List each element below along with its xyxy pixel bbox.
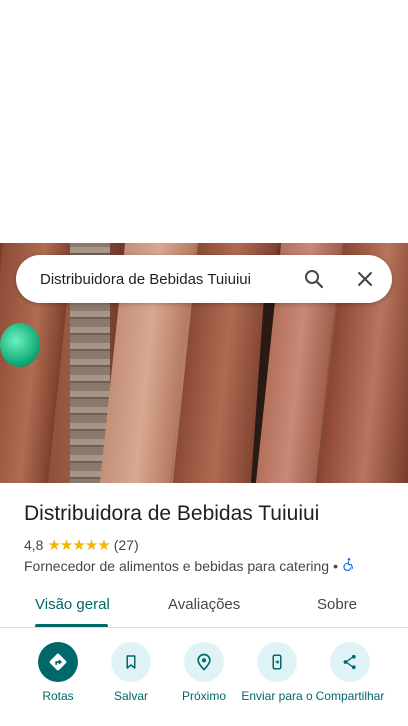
tab-active-indicator bbox=[35, 624, 108, 627]
search-icon[interactable] bbox=[302, 267, 326, 291]
share-icon[interactable] bbox=[330, 642, 370, 682]
share-button[interactable]: Compartilhar bbox=[310, 642, 390, 703]
send-to-phone-label: Enviar para o bbox=[241, 689, 313, 703]
place-title: Distribuidora de Bebidas Tuiuiui bbox=[24, 502, 320, 525]
separator-dot: • bbox=[333, 557, 338, 574]
bookmark-icon[interactable] bbox=[111, 642, 151, 682]
close-icon[interactable] bbox=[353, 267, 377, 291]
star-rating: ★★★★★ bbox=[47, 537, 110, 554]
search-bar[interactable]: Distribuidora de Bebidas Tuiuiui bbox=[16, 255, 392, 303]
rating-value: 4,8 bbox=[24, 537, 44, 553]
action-bar: Rotas Salvar Próximo Enviar para o Compa… bbox=[0, 642, 408, 726]
tab-bar: Visão geral Avaliações Sobre bbox=[0, 586, 408, 628]
category-row: Fornecedor de alimentos e bebidas para c… bbox=[24, 557, 356, 574]
save-label: Salvar bbox=[113, 689, 148, 703]
directions-label: Rotas bbox=[42, 689, 74, 703]
place-category: Fornecedor de alimentos e bebidas para c… bbox=[24, 557, 330, 574]
nearby-label: Próximo bbox=[181, 689, 226, 703]
directions-button[interactable]: Rotas bbox=[18, 642, 98, 703]
tab-reviews[interactable]: Avaliações bbox=[168, 596, 240, 613]
review-count[interactable]: (27) bbox=[114, 537, 139, 553]
nearby-button[interactable]: Próximo bbox=[164, 642, 244, 703]
wheelchair-accessible-icon bbox=[342, 557, 356, 574]
rating-row[interactable]: 4,8 ★★★★★ (27) bbox=[24, 536, 139, 554]
send-to-phone-button[interactable]: Enviar para o bbox=[237, 642, 317, 703]
save-button[interactable]: Salvar bbox=[91, 642, 171, 703]
share-label: Compartilhar bbox=[315, 689, 385, 703]
tab-overview[interactable]: Visão geral bbox=[35, 596, 110, 613]
tab-about[interactable]: Sobre bbox=[317, 596, 357, 613]
send-to-phone-icon[interactable] bbox=[257, 642, 297, 682]
photo-green-object bbox=[0, 323, 40, 367]
directions-icon[interactable] bbox=[38, 642, 78, 682]
nearby-icon[interactable] bbox=[184, 642, 224, 682]
search-query[interactable]: Distribuidora de Bebidas Tuiuiui bbox=[40, 271, 251, 288]
